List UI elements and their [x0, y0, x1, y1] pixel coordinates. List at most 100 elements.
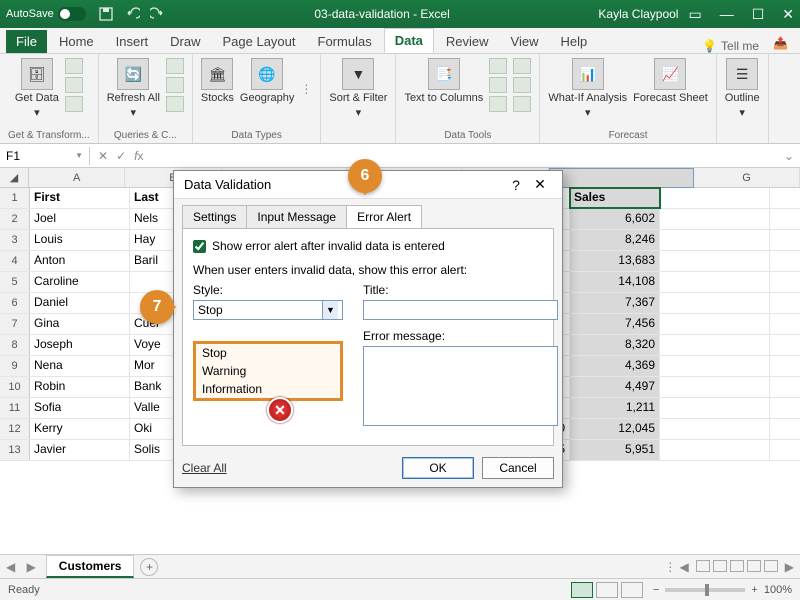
from-text-icon[interactable] — [65, 58, 83, 74]
stocks-button[interactable]: 🏛Stocks — [201, 58, 234, 104]
title-label: Title: — [363, 283, 558, 297]
chevron-down-icon[interactable]: ▼ — [322, 301, 338, 319]
ok-button[interactable]: OK — [402, 457, 474, 479]
select-all-corner[interactable]: ◢ — [0, 168, 29, 187]
quick-access-toolbar — [98, 6, 166, 22]
tab-data[interactable]: Data — [384, 28, 434, 53]
status-bar: Ready − + 100% — [0, 578, 800, 600]
col-header[interactable]: F — [549, 168, 694, 188]
ribbon-options-icon[interactable]: ▭ — [688, 6, 701, 23]
hscroll-track[interactable] — [713, 560, 727, 572]
fx-icon[interactable]: fx — [134, 149, 143, 163]
tab-draw[interactable]: Draw — [160, 30, 210, 53]
dialog-close-icon[interactable]: ✕ — [528, 176, 552, 193]
stop-error-icon: ✕ — [267, 397, 293, 423]
zoom-in-icon[interactable]: + — [751, 584, 757, 596]
dialog-tab-input-message[interactable]: Input Message — [246, 205, 347, 228]
queries-icon[interactable] — [166, 58, 184, 74]
tab-help[interactable]: Help — [550, 30, 597, 53]
text-to-columns-button[interactable]: 📑Text to Columns — [404, 58, 483, 104]
undo-icon[interactable] — [124, 6, 140, 22]
normal-view-icon[interactable] — [571, 582, 593, 598]
consolidate-icon[interactable] — [513, 58, 531, 74]
error-message-label: Error message: — [363, 329, 558, 343]
forecast-sheet-button[interactable]: 📈Forecast Sheet — [633, 58, 708, 104]
edit-links-icon[interactable] — [166, 96, 184, 112]
get-data-button[interactable]: 🗄Get Data▾ — [15, 58, 59, 119]
minimize-icon[interactable]: — — [720, 6, 734, 23]
clear-all-button[interactable]: Clear All — [182, 461, 227, 475]
page-layout-view-icon[interactable] — [596, 582, 618, 598]
data-validation-dialog: Data Validation ? ✕ Settings Input Messa… — [173, 170, 563, 488]
tab-home[interactable]: Home — [49, 30, 104, 53]
style-option-information[interactable]: Information — [196, 380, 340, 398]
error-message-textarea[interactable] — [363, 346, 558, 426]
dialog-title: Data Validation — [184, 177, 271, 192]
ribbon: 🗄Get Data▾ Get & Transform... 🔄Refresh A… — [0, 54, 800, 144]
window-title: 03-data-validation - Excel — [166, 7, 599, 21]
page-break-view-icon[interactable] — [621, 582, 643, 598]
remove-dup-icon[interactable] — [489, 77, 507, 93]
zoom-level[interactable]: 100% — [764, 584, 792, 596]
user-name[interactable]: Kayla Claypool — [598, 7, 678, 21]
tab-page-layout[interactable]: Page Layout — [213, 30, 306, 53]
hscroll-track[interactable] — [730, 560, 744, 572]
style-dropdown-list: Stop Warning Information — [193, 341, 343, 401]
cancel-button[interactable]: Cancel — [482, 457, 554, 479]
callout-6: 6 — [348, 159, 382, 193]
tab-insert[interactable]: Insert — [106, 30, 159, 53]
tab-file[interactable]: File — [6, 30, 47, 53]
properties-icon[interactable] — [166, 77, 184, 93]
autosave-toggle[interactable]: AutoSave — [6, 7, 86, 21]
what-if-button[interactable]: 📊What-If Analysis▾ — [548, 58, 627, 119]
relationships-icon[interactable] — [513, 77, 531, 93]
geography-button[interactable]: 🌐Geography — [240, 58, 294, 104]
tell-me-search[interactable]: 💡 Tell me — [702, 39, 759, 53]
data-validation-icon[interactable] — [489, 96, 507, 112]
sheet-tab-customers[interactable]: Customers — [46, 555, 135, 578]
maximize-icon[interactable]: ☐ — [752, 6, 765, 23]
style-select[interactable]: Stop▼ — [193, 300, 343, 320]
sheet-tab-bar: ◀ ▶ Customers + ⋮ ◀ ▶ — [0, 554, 800, 578]
enter-fx-icon[interactable]: ✓ — [116, 149, 126, 163]
ribbon-tabs: File Home Insert Draw Page Layout Formul… — [0, 28, 800, 54]
hscroll-track[interactable] — [747, 560, 761, 572]
from-web-icon[interactable] — [65, 77, 83, 93]
zoom-out-icon[interactable]: − — [653, 584, 659, 596]
add-sheet-button[interactable]: + — [140, 558, 158, 576]
overflow-icon[interactable]: ⋮ — [300, 82, 312, 96]
dialog-tab-error-alert[interactable]: Error Alert — [346, 205, 422, 228]
title-bar: AutoSave 03-data-validation - Excel Kayl… — [0, 0, 800, 28]
tab-view[interactable]: View — [501, 30, 549, 53]
redo-icon[interactable] — [150, 6, 166, 22]
hscroll-track[interactable] — [764, 560, 778, 572]
name-box[interactable]: F1▼ — [0, 147, 90, 165]
refresh-all-button[interactable]: 🔄Refresh All▾ — [107, 58, 160, 119]
dialog-help-icon[interactable]: ? — [504, 177, 528, 193]
window-controls: ▭ — ☐ ✕ — [688, 6, 794, 23]
style-option-stop[interactable]: Stop — [196, 344, 340, 362]
save-icon[interactable] — [98, 6, 114, 22]
col-header[interactable]: A — [29, 168, 125, 187]
hscroll-track[interactable] — [696, 560, 710, 572]
tab-formulas[interactable]: Formulas — [308, 30, 382, 53]
cancel-fx-icon[interactable]: ✕ — [98, 149, 108, 163]
dialog-subhead: When user enters invalid data, show this… — [193, 263, 543, 277]
flash-fill-icon[interactable] — [489, 58, 507, 74]
tab-review[interactable]: Review — [436, 30, 499, 53]
expand-formula-icon[interactable]: ⌄ — [778, 149, 800, 163]
title-input[interactable] — [363, 300, 558, 320]
style-option-warning[interactable]: Warning — [196, 362, 340, 380]
outline-button[interactable]: ☰Outline▾ — [725, 58, 760, 119]
show-error-checkbox[interactable]: Show error alert after invalid data is e… — [193, 239, 543, 253]
dialog-tab-settings[interactable]: Settings — [182, 205, 247, 228]
formula-bar: F1▼ ✕ ✓ fx ⌄ — [0, 144, 800, 168]
zoom-slider[interactable]: − + 100% — [653, 584, 792, 596]
col-header[interactable]: G — [694, 168, 800, 187]
sort-filter-button[interactable]: ▼Sort & Filter▾ — [329, 58, 387, 119]
data-model-icon[interactable] — [513, 96, 531, 112]
sheet-nav-icons[interactable]: ◀ ▶ — [6, 560, 40, 574]
from-table-icon[interactable] — [65, 96, 83, 112]
close-icon[interactable]: ✕ — [782, 6, 794, 23]
share-button[interactable]: 📤 — [767, 33, 794, 53]
